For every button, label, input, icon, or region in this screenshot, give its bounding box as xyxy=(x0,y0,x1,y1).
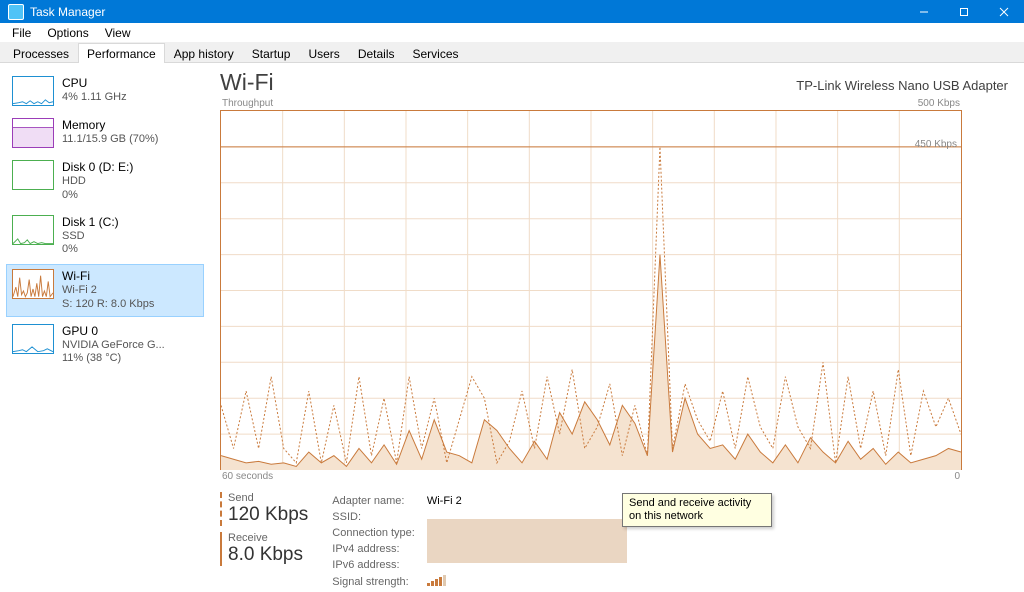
tabstrip: Processes Performance App history Startu… xyxy=(0,42,1024,63)
close-button[interactable] xyxy=(984,0,1024,23)
titlebar[interactable]: Task Manager xyxy=(0,0,1024,23)
sidebar-item-wifi[interactable]: Wi-FiWi-Fi 2S: 120 R: 8.0 Kbps xyxy=(6,264,204,317)
axis-time-left: 60 seconds xyxy=(222,471,273,482)
axis-time-right: 0 xyxy=(954,471,960,482)
throughput-chart[interactable]: 450 Kbps xyxy=(220,110,962,470)
capacity-label: 450 Kbps xyxy=(915,139,957,150)
signal-strength-icon xyxy=(427,575,446,586)
menu-view[interactable]: View xyxy=(97,24,139,42)
send-label: Send xyxy=(228,492,308,504)
chart-tooltip: Send and receive activity on this networ… xyxy=(622,493,772,527)
sidebar: CPU4% 1.11 GHz Memory11.1/15.9 GB (70%) … xyxy=(0,63,210,576)
axis-label-max: 500 Kbps xyxy=(918,98,960,109)
menu-options[interactable]: Options xyxy=(39,24,96,42)
main-panel: Wi-Fi TP-Link Wireless Nano USB Adapter … xyxy=(210,63,1024,576)
sidebar-item-disk0[interactable]: Disk 0 (D: E:)HDD0% xyxy=(6,155,204,208)
redacted-block xyxy=(427,519,627,563)
sidebar-item-label: GPU 0 xyxy=(62,324,198,339)
tab-processes[interactable]: Processes xyxy=(4,43,78,63)
app-icon xyxy=(8,4,24,20)
sidebar-item-label: CPU xyxy=(62,76,198,91)
tab-startup[interactable]: Startup xyxy=(243,43,300,63)
detail-adapter-name: Wi-Fi 2 xyxy=(427,494,637,508)
tab-details[interactable]: Details xyxy=(349,43,404,63)
sidebar-item-memory[interactable]: Memory11.1/15.9 GB (70%) xyxy=(6,113,204,153)
window-title: Task Manager xyxy=(30,5,904,19)
receive-label: Receive xyxy=(228,532,308,544)
send-value: 120 Kbps xyxy=(228,504,308,526)
sidebar-item-label: Disk 0 (D: E:) xyxy=(62,160,198,175)
tab-users[interactable]: Users xyxy=(299,43,348,63)
tab-performance[interactable]: Performance xyxy=(78,43,165,63)
minimize-button[interactable] xyxy=(904,0,944,23)
tab-app-history[interactable]: App history xyxy=(165,43,243,63)
sidebar-item-gpu0[interactable]: GPU 0NVIDIA GeForce G...11% (38 °C) xyxy=(6,319,204,372)
axis-label-throughput: Throughput xyxy=(222,98,273,109)
sidebar-item-label: Memory xyxy=(62,118,198,133)
adapter-name: TP-Link Wireless Nano USB Adapter xyxy=(796,78,1008,93)
page-title: Wi-Fi xyxy=(220,69,274,96)
menubar: File Options View xyxy=(0,23,1024,42)
connection-details: Adapter name:Wi-Fi 2 SSID: Connection ty… xyxy=(330,492,639,592)
sidebar-item-label: Wi-Fi xyxy=(62,269,198,284)
menu-file[interactable]: File xyxy=(4,24,39,42)
maximize-button[interactable] xyxy=(944,0,984,23)
receive-value: 8.0 Kbps xyxy=(228,544,308,566)
sidebar-item-cpu[interactable]: CPU4% 1.11 GHz xyxy=(6,71,204,111)
sidebar-item-label: Disk 1 (C:) xyxy=(62,215,198,230)
tab-services[interactable]: Services xyxy=(404,43,468,63)
sidebar-item-disk1[interactable]: Disk 1 (C:)SSD0% xyxy=(6,210,204,263)
